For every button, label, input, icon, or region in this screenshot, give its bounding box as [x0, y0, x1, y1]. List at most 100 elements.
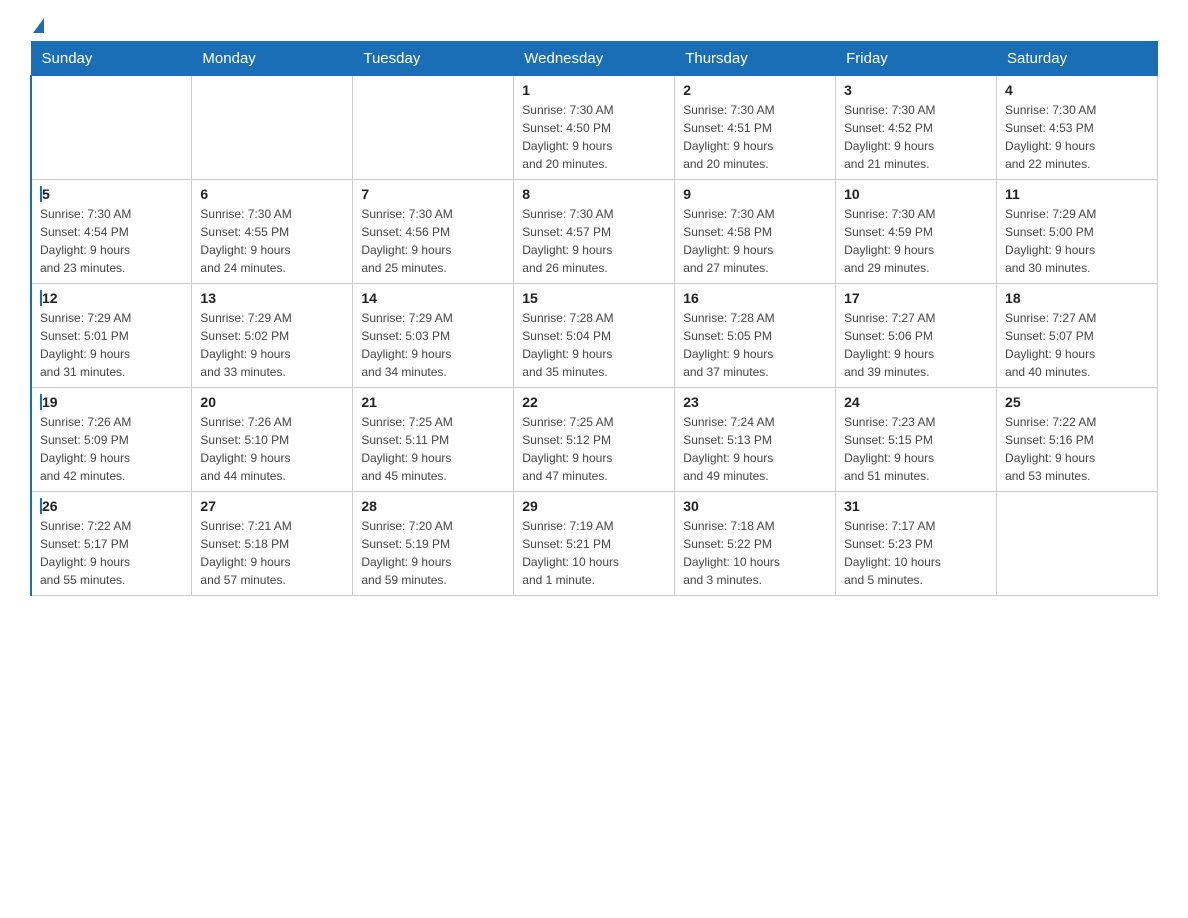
day-number: 6 — [200, 186, 344, 202]
calendar-cell: 28Sunrise: 7:20 AM Sunset: 5:19 PM Dayli… — [353, 492, 514, 596]
calendar-cell: 10 Sunrise: 7:30 AM Sunset: 4:59 PM Dayli… — [836, 180, 997, 284]
day-info: Sunrise: 7:30 AM Sunset: 4:53 PM Dayligh… — [1005, 101, 1149, 173]
calendar-cell: 25Sunrise: 7:22 AM Sunset: 5:16 PM Dayli… — [997, 388, 1158, 492]
day-info: Sunrise: 7:30 AM Sunset: 4:52 PM Dayligh… — [844, 101, 988, 173]
day-info: Sunrise: 7:27 AM Sunset: 5:06 PM Dayligh… — [844, 309, 988, 381]
day-info: Sunrise: 7:29 AM Sunset: 5:02 PM Dayligh… — [200, 309, 344, 381]
calendar-header-tuesday: Tuesday — [353, 42, 514, 76]
calendar-cell: 16 Sunrise: 7:28 AM Sunset: 5:05 PM Dayli… — [675, 284, 836, 388]
day-number: 18 — [1005, 290, 1149, 306]
day-info: Sunrise: 7:25 AM Sunset: 5:12 PM Dayligh… — [522, 413, 666, 485]
calendar-cell — [192, 76, 353, 180]
day-number: 23 — [683, 394, 827, 410]
calendar-cell: 30 Sunrise: 7:18 AM Sunset: 5:22 PM Dayli… — [675, 492, 836, 596]
day-number: 30 — [683, 498, 827, 514]
day-number: 5 — [40, 186, 183, 202]
day-info: Sunrise: 7:30 AM Sunset: 4:57 PM Dayligh… — [522, 205, 666, 277]
day-number: 11 — [1005, 186, 1149, 202]
day-number: 15 — [522, 290, 666, 306]
calendar-cell: 8 Sunrise: 7:30 AM Sunset: 4:57 PM Daylig… — [514, 180, 675, 284]
day-info: Sunrise: 7:28 AM Sunset: 5:05 PM Dayligh… — [683, 309, 827, 381]
calendar-header-saturday: Saturday — [997, 42, 1158, 76]
calendar-cell — [997, 492, 1158, 596]
calendar-cell: 2Sunrise: 7:30 AM Sunset: 4:51 PM Daylig… — [675, 76, 836, 180]
calendar-cell: 26 Sunrise: 7:22 AM Sunset: 5:17 PM Dayli… — [31, 492, 192, 596]
day-info: Sunrise: 7:26 AM Sunset: 5:09 PM Dayligh… — [40, 413, 183, 485]
day-info: Sunrise: 7:22 AM Sunset: 5:17 PM Dayligh… — [40, 517, 183, 589]
calendar-week-2: 5Sunrise: 7:30 AM Sunset: 4:54 PM Daylig… — [31, 180, 1158, 284]
day-info: Sunrise: 7:29 AM Sunset: 5:00 PM Dayligh… — [1005, 205, 1149, 277]
logo-arrow-icon — [33, 18, 44, 33]
calendar-week-5: 26 Sunrise: 7:22 AM Sunset: 5:17 PM Dayli… — [31, 492, 1158, 596]
calendar-week-1: 1Sunrise: 7:30 AM Sunset: 4:50 PM Daylig… — [31, 76, 1158, 180]
calendar-cell: 12 Sunrise: 7:29 AM Sunset: 5:01 PM Dayli… — [31, 284, 192, 388]
calendar-cell: 7 Sunrise: 7:30 AM Sunset: 4:56 PM Daylig… — [353, 180, 514, 284]
day-info: Sunrise: 7:30 AM Sunset: 4:59 PM Dayligh… — [844, 205, 988, 277]
calendar-cell: 17 Sunrise: 7:27 AM Sunset: 5:06 PM Dayli… — [836, 284, 997, 388]
day-info: Sunrise: 7:18 AM Sunset: 5:22 PM Dayligh… — [683, 517, 827, 589]
day-number: 13 — [200, 290, 344, 306]
calendar-cell: 29 Sunrise: 7:19 AM Sunset: 5:21 PM Dayli… — [514, 492, 675, 596]
day-number: 4 — [1005, 82, 1149, 98]
calendar-cell: 5Sunrise: 7:30 AM Sunset: 4:54 PM Daylig… — [31, 180, 192, 284]
calendar-cell: 21 Sunrise: 7:25 AM Sunset: 5:11 PM Dayli… — [353, 388, 514, 492]
day-info: Sunrise: 7:30 AM Sunset: 4:56 PM Dayligh… — [361, 205, 505, 277]
day-number: 21 — [361, 394, 505, 410]
day-number: 1 — [522, 82, 666, 98]
day-number: 12 — [40, 290, 183, 306]
page-header — [30, 20, 1158, 31]
calendar-cell: 23 Sunrise: 7:24 AM Sunset: 5:13 PM Dayli… — [675, 388, 836, 492]
day-info: Sunrise: 7:26 AM Sunset: 5:10 PM Dayligh… — [200, 413, 344, 485]
day-number: 2 — [683, 82, 827, 98]
calendar-header-monday: Monday — [192, 42, 353, 76]
day-number: 10 — [844, 186, 988, 202]
day-number: 24 — [844, 394, 988, 410]
day-number: 20 — [200, 394, 344, 410]
calendar-cell: 9Sunrise: 7:30 AM Sunset: 4:58 PM Daylig… — [675, 180, 836, 284]
calendar-cell: 3 Sunrise: 7:30 AM Sunset: 4:52 PM Daylig… — [836, 76, 997, 180]
day-number: 17 — [844, 290, 988, 306]
calendar-header-wednesday: Wednesday — [514, 42, 675, 76]
day-number: 27 — [200, 498, 344, 514]
day-info: Sunrise: 7:21 AM Sunset: 5:18 PM Dayligh… — [200, 517, 344, 589]
calendar-cell: 31 Sunrise: 7:17 AM Sunset: 5:23 PM Dayli… — [836, 492, 997, 596]
day-number: 16 — [683, 290, 827, 306]
calendar-cell — [353, 76, 514, 180]
day-info: Sunrise: 7:17 AM Sunset: 5:23 PM Dayligh… — [844, 517, 988, 589]
calendar-cell: 18Sunrise: 7:27 AM Sunset: 5:07 PM Dayli… — [997, 284, 1158, 388]
day-number: 3 — [844, 82, 988, 98]
calendar-cell: 20 Sunrise: 7:26 AM Sunset: 5:10 PM Dayli… — [192, 388, 353, 492]
calendar-cell: 11 Sunrise: 7:29 AM Sunset: 5:00 PM Dayli… — [997, 180, 1158, 284]
day-info: Sunrise: 7:24 AM Sunset: 5:13 PM Dayligh… — [683, 413, 827, 485]
day-info: Sunrise: 7:19 AM Sunset: 5:21 PM Dayligh… — [522, 517, 666, 589]
calendar-cell: 24Sunrise: 7:23 AM Sunset: 5:15 PM Dayli… — [836, 388, 997, 492]
day-number: 8 — [522, 186, 666, 202]
day-info: Sunrise: 7:22 AM Sunset: 5:16 PM Dayligh… — [1005, 413, 1149, 485]
calendar-cell: 13 Sunrise: 7:29 AM Sunset: 5:02 PM Dayli… — [192, 284, 353, 388]
calendar-cell: 27 Sunrise: 7:21 AM Sunset: 5:18 PM Dayli… — [192, 492, 353, 596]
calendar-cell — [31, 76, 192, 180]
calendar-header-sunday: Sunday — [31, 42, 192, 76]
calendar-header-row: SundayMondayTuesdayWednesdayThursdayFrid… — [31, 42, 1158, 76]
logo — [30, 20, 44, 31]
calendar-cell: 15 Sunrise: 7:28 AM Sunset: 5:04 PM Dayli… — [514, 284, 675, 388]
calendar-cell: 22Sunrise: 7:25 AM Sunset: 5:12 PM Dayli… — [514, 388, 675, 492]
calendar-week-4: 19 Sunrise: 7:26 AM Sunset: 5:09 PM Dayli… — [31, 388, 1158, 492]
day-info: Sunrise: 7:25 AM Sunset: 5:11 PM Dayligh… — [361, 413, 505, 485]
day-info: Sunrise: 7:28 AM Sunset: 5:04 PM Dayligh… — [522, 309, 666, 381]
day-info: Sunrise: 7:30 AM Sunset: 4:55 PM Dayligh… — [200, 205, 344, 277]
day-number: 26 — [40, 498, 183, 514]
day-info: Sunrise: 7:30 AM Sunset: 4:58 PM Dayligh… — [683, 205, 827, 277]
day-number: 14 — [361, 290, 505, 306]
calendar-table: SundayMondayTuesdayWednesdayThursdayFrid… — [30, 41, 1158, 596]
calendar-cell: 19 Sunrise: 7:26 AM Sunset: 5:09 PM Dayli… — [31, 388, 192, 492]
calendar-cell: 14Sunrise: 7:29 AM Sunset: 5:03 PM Dayli… — [353, 284, 514, 388]
day-number: 7 — [361, 186, 505, 202]
day-info: Sunrise: 7:20 AM Sunset: 5:19 PM Dayligh… — [361, 517, 505, 589]
calendar-week-3: 12 Sunrise: 7:29 AM Sunset: 5:01 PM Dayli… — [31, 284, 1158, 388]
calendar-header-thursday: Thursday — [675, 42, 836, 76]
day-number: 31 — [844, 498, 988, 514]
day-number: 19 — [40, 394, 183, 410]
day-number: 29 — [522, 498, 666, 514]
day-info: Sunrise: 7:29 AM Sunset: 5:01 PM Dayligh… — [40, 309, 183, 381]
